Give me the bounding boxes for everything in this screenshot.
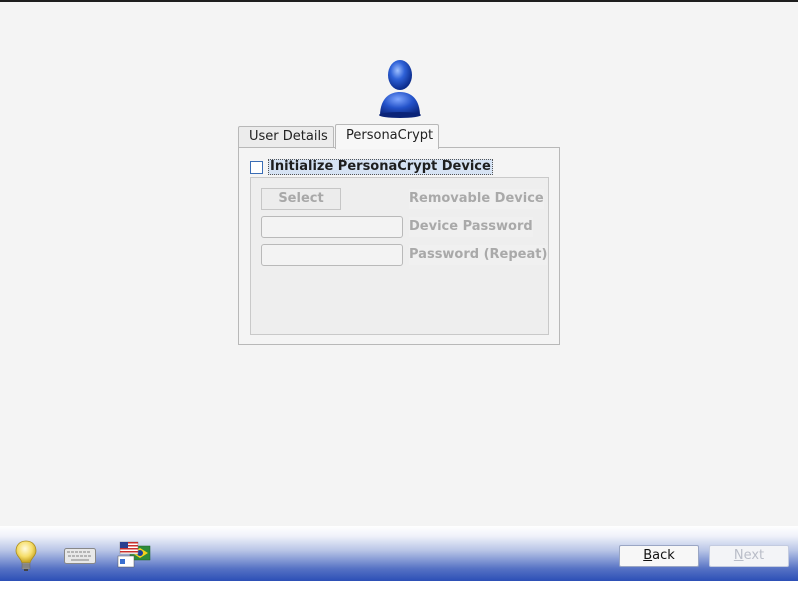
user-avatar-icon bbox=[379, 60, 421, 118]
device-settings-group: Select Removable Device Device Password … bbox=[250, 177, 549, 335]
initialize-label[interactable]: Initialize PersonaCrypt Device bbox=[268, 159, 493, 175]
initialize-checkbox[interactable] bbox=[250, 160, 263, 174]
device-password-label: Device Password bbox=[409, 217, 533, 237]
password-repeat-label: Password (Repeat) bbox=[409, 245, 548, 265]
initialize-row: Initialize PersonaCrypt Device bbox=[250, 159, 493, 175]
back-button[interactable]: Back bbox=[619, 545, 699, 567]
personacrypt-panel: Initialize PersonaCrypt Device Select Re… bbox=[238, 147, 560, 345]
tab-user-details[interactable]: User Details bbox=[238, 126, 334, 147]
bottom-toolbar: Back Next bbox=[0, 526, 798, 581]
keyboard-icon[interactable] bbox=[64, 546, 96, 566]
bottom-margin bbox=[0, 581, 798, 602]
language-flags-icon[interactable] bbox=[116, 540, 152, 570]
top-border bbox=[0, 0, 798, 2]
next-button[interactable]: Next bbox=[709, 545, 789, 567]
password-repeat-field[interactable] bbox=[261, 244, 403, 266]
tab-personacrypt[interactable]: PersonaCrypt bbox=[335, 124, 439, 149]
select-device-button[interactable]: Select bbox=[261, 188, 341, 210]
device-password-field[interactable] bbox=[261, 216, 403, 238]
removable-device-label: Removable Device bbox=[409, 189, 544, 209]
lightbulb-icon[interactable] bbox=[14, 539, 38, 573]
